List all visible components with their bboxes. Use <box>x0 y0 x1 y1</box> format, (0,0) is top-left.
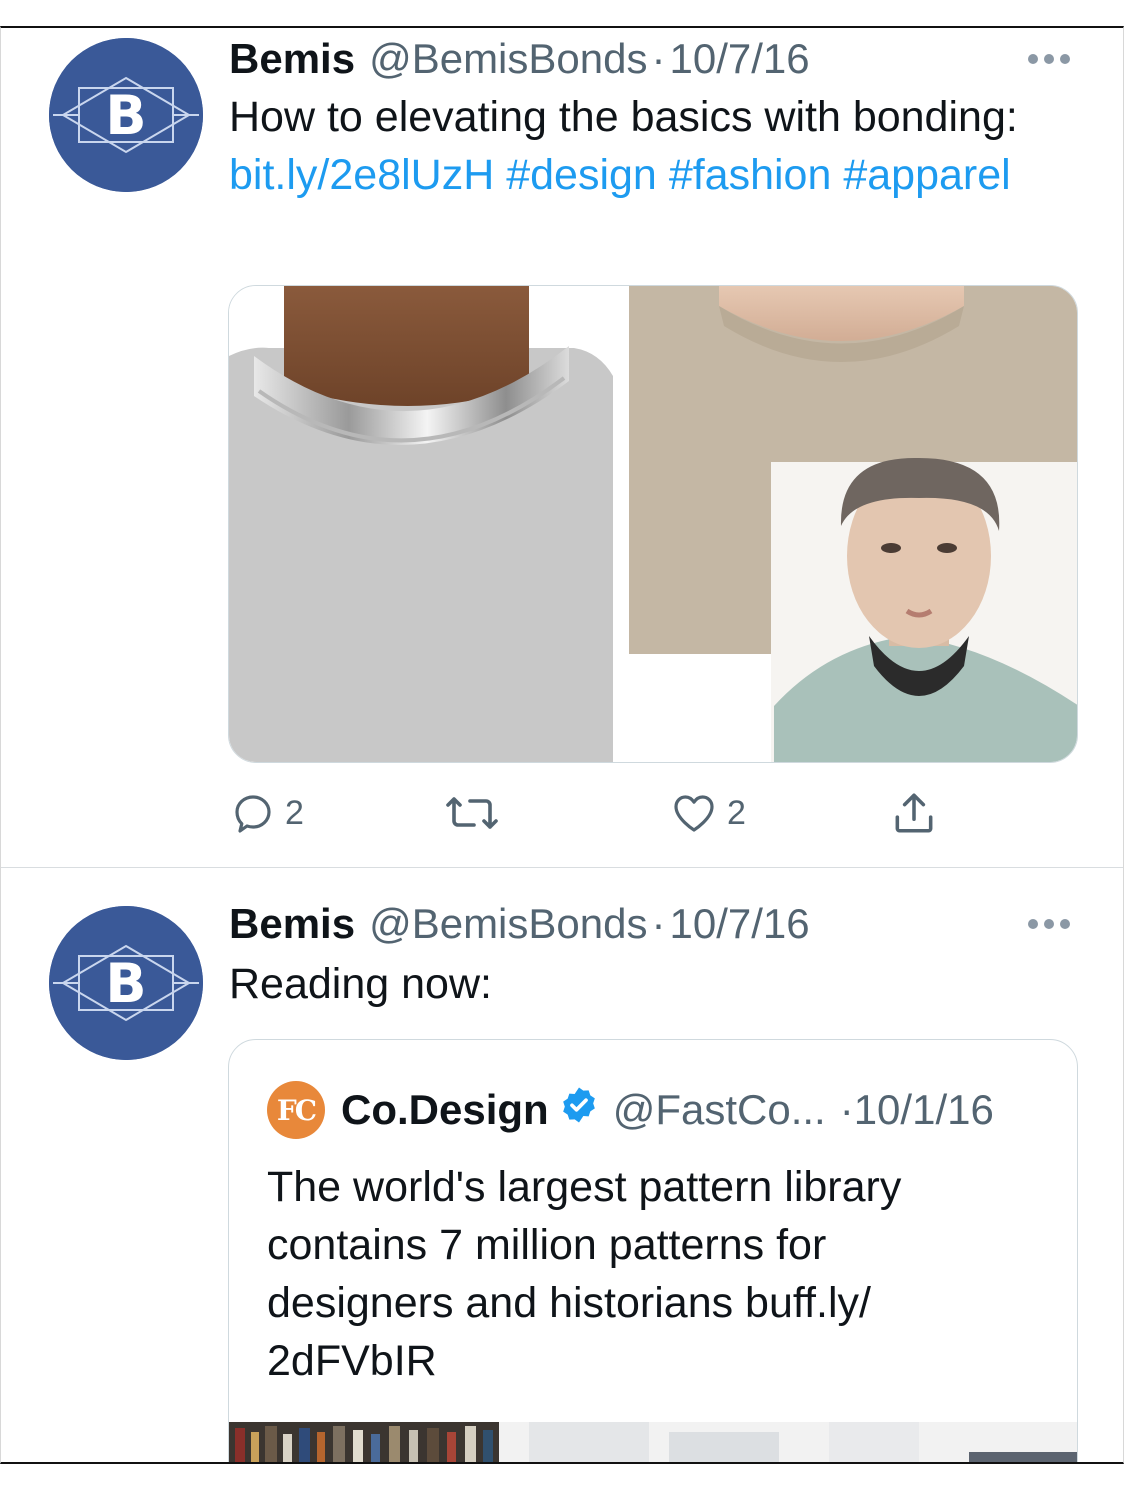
retweet-icon <box>446 797 498 829</box>
like-count: 2 <box>727 793 746 832</box>
quoted-tweet-text: The world's largest pattern library cont… <box>267 1163 902 1385</box>
tweet-link[interactable]: bit.ly/2e8lUzH <box>229 151 494 199</box>
share-icon <box>895 793 933 833</box>
reply-icon <box>235 795 271 833</box>
bemis-logo-icon: B <box>49 906 203 1060</box>
tweet[interactable]: B Bemis @BemisBonds · 10/7/16 Reading no… <box>1 869 1123 1462</box>
hashtag-link[interactable]: #design <box>506 151 657 199</box>
avatar[interactable]: B <box>49 38 203 192</box>
heart-icon <box>674 795 714 832</box>
timeline: B Bemis @BemisBonds · 10/7/16 How to ele… <box>0 26 1124 1464</box>
tweet-text: Reading now: <box>229 960 492 1008</box>
separator: · <box>651 35 666 82</box>
reply-count: 2 <box>285 793 304 832</box>
hashtag-link[interactable]: #apparel <box>843 151 1010 199</box>
tweet-media[interactable] <box>228 285 1078 763</box>
author-handle[interactable]: @BemisBonds <box>369 35 647 83</box>
quoted-tweet-date[interactable]: ·10/1/16 <box>840 1086 994 1134</box>
quoted-media-library-image[interactable] <box>229 1422 1077 1462</box>
like-button[interactable]: 2 <box>669 783 746 843</box>
quoted-tweet-header: FC Co.Design @FastCo... ·10/1/16 <box>267 1080 994 1140</box>
author-name[interactable]: Bemis <box>229 900 355 948</box>
tweet-date[interactable]: 10/7/16 <box>669 900 809 948</box>
verified-badge-icon <box>559 1085 599 1135</box>
media-image-grey-sweatshirt[interactable] <box>229 286 613 763</box>
tweet-text: How to elevating the basics with bonding… <box>229 88 1083 204</box>
share-button[interactable] <box>889 783 939 843</box>
reply-button[interactable]: 2 <box>229 783 304 843</box>
svg-text:B: B <box>105 952 146 1015</box>
fastco-avatar[interactable]: FC <box>267 1081 325 1139</box>
hashtag-link[interactable]: #fashion <box>669 151 832 199</box>
svg-text:B: B <box>105 84 146 147</box>
tweet-header: Bemis @BemisBonds · 10/7/16 <box>229 31 1123 87</box>
quoted-author-handle[interactable]: @FastCo... <box>613 1086 826 1134</box>
retweet-button[interactable] <box>444 783 508 843</box>
author-name[interactable]: Bemis <box>229 35 355 83</box>
media-image-model[interactable] <box>771 457 1078 763</box>
tweet-text-plain: How to elevating the basics with bonding… <box>229 93 1018 141</box>
avatar[interactable]: B <box>49 906 203 1060</box>
tweet-date[interactable]: 10/7/16 <box>669 35 809 83</box>
bemis-logo-icon: B <box>49 38 203 192</box>
tweet[interactable]: B Bemis @BemisBonds · 10/7/16 How to ele… <box>1 28 1123 868</box>
quoted-author-name[interactable]: Co.Design <box>341 1086 549 1134</box>
more-icon[interactable] <box>1027 896 1071 952</box>
separator: · <box>651 900 666 947</box>
quoted-tweet[interactable]: FC Co.Design @FastCo... ·10/1/16 The wor… <box>228 1039 1078 1462</box>
more-icon[interactable] <box>1027 31 1071 87</box>
tweet-header: Bemis @BemisBonds · 10/7/16 <box>229 896 1123 952</box>
tweet-actions: 2 2 <box>229 783 949 843</box>
author-handle[interactable]: @BemisBonds <box>369 900 647 948</box>
